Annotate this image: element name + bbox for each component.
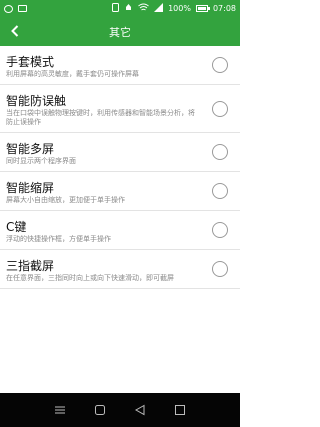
checkbox-smart-anti-touch[interactable]: [212, 100, 228, 117]
checkbox-c-key[interactable]: [212, 222, 228, 238]
back-button[interactable]: [6, 22, 24, 40]
setting-description: 利用屏幕的高灵敏度，戴手套仍可操作屏幕: [6, 70, 139, 78]
phone-icon: [112, 3, 120, 14]
checkbox-three-finger-screenshot[interactable]: [212, 261, 228, 277]
menu-icon: [55, 406, 65, 414]
recents-button[interactable]: [170, 400, 190, 420]
setting-smart-multi-screen[interactable]: 智能多屏 同时显示两个程序界面: [0, 133, 240, 172]
setting-glove-mode[interactable]: 手套模式 利用屏幕的高灵敏度，戴手套仍可操作屏幕: [0, 46, 240, 85]
clock: 07:08: [212, 4, 236, 13]
setting-smart-shrink-screen[interactable]: 智能缩屏 屏幕大小自由缩放，更加便于单手操作: [0, 172, 240, 211]
navigation-bar: [0, 393, 240, 427]
checkbox-smart-shrink-screen[interactable]: [212, 183, 228, 199]
setting-smart-anti-touch[interactable]: 智能防误触 当在口袋中误触物理按键时，利用传感器和智能场景分析，将防止误操作: [0, 85, 240, 133]
home-icon: [95, 405, 105, 415]
notification-icon: [124, 3, 133, 14]
sim-icon: [18, 5, 27, 12]
battery-percent: 100%: [168, 4, 191, 13]
toolbar: 其它: [0, 17, 240, 46]
page-title: 其它: [109, 25, 131, 39]
setting-description: 同时显示两个程序界面: [6, 157, 76, 165]
setting-three-finger-screenshot[interactable]: 三指截屏 在任意界面，三指同时向上或向下快速滑动，即可截屏: [0, 250, 240, 289]
back-icon: [134, 404, 145, 416]
settings-list: 手套模式 利用屏幕的高灵敏度，戴手套仍可操作屏幕 智能防误触 当在口袋中误触物理…: [0, 46, 240, 289]
setting-title: 智能缩屏: [6, 181, 55, 195]
setting-title: C键: [6, 220, 27, 234]
setting-title: 智能多屏: [6, 142, 55, 156]
signal-icon: [154, 3, 164, 14]
battery-icon: [195, 5, 210, 12]
setting-description: 浮动的快捷操作框，方便单手操作: [6, 235, 111, 243]
setting-c-key[interactable]: C键 浮动的快捷操作框，方便单手操作: [0, 211, 240, 250]
recents-icon: [175, 405, 185, 415]
nav-back-button[interactable]: [130, 400, 150, 420]
checkbox-smart-multi-screen[interactable]: [212, 144, 228, 160]
home-button[interactable]: [90, 400, 110, 420]
status-bar: 100% 07:08: [0, 0, 240, 17]
checkbox-glove-mode[interactable]: [212, 57, 228, 73]
setting-title: 三指截屏: [6, 259, 55, 273]
carrier-icon: [4, 4, 13, 13]
setting-description: 屏幕大小自由缩放，更加便于单手操作: [6, 196, 125, 204]
setting-title: 手套模式: [6, 55, 55, 69]
setting-description: 在任意界面，三指同时向上或向下快速滑动，即可截屏: [6, 274, 174, 282]
setting-description: 当在口袋中误触物理按键时，利用传感器和智能场景分析，将防止误操作: [6, 109, 195, 126]
menu-button[interactable]: [50, 400, 70, 420]
wifi-icon: [138, 3, 149, 14]
back-arrow-icon: [11, 25, 19, 37]
setting-title: 智能防误触: [6, 94, 67, 108]
